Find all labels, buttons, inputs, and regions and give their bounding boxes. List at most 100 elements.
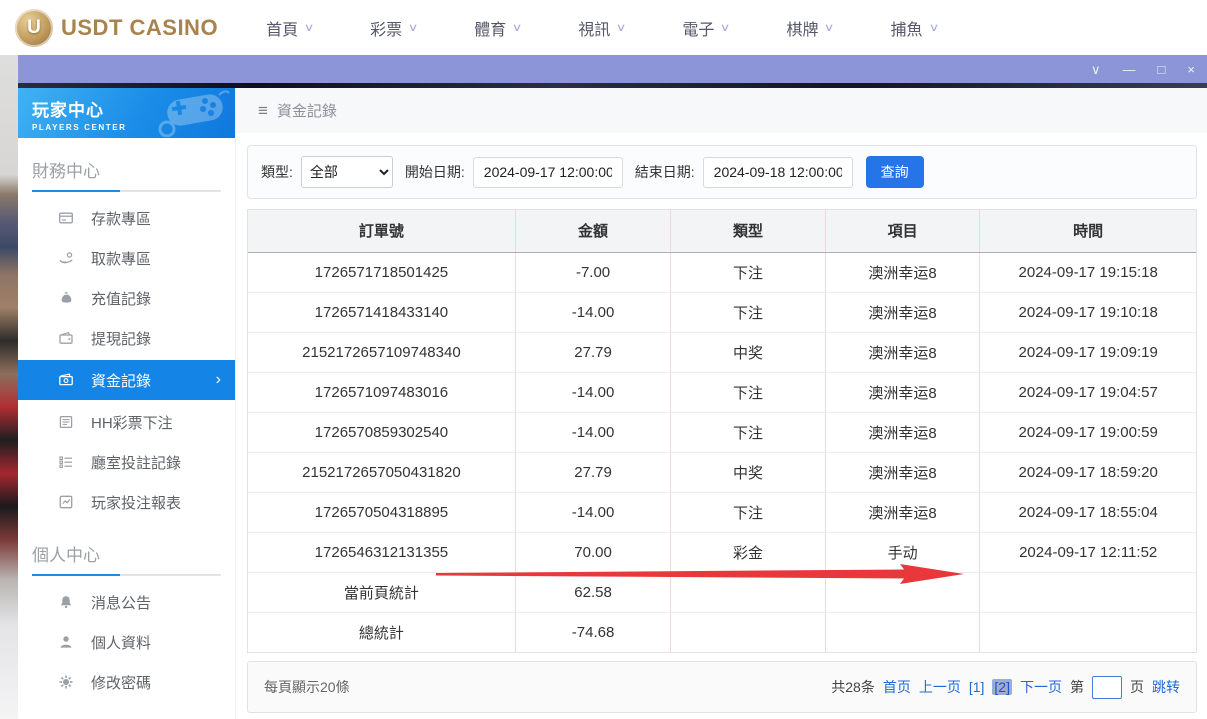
window-titlebar: ∨ — □ × bbox=[18, 55, 1207, 83]
sidebar-item-player-bet-report[interactable]: 玩家投注報表 bbox=[32, 482, 221, 522]
top-nav: 首頁∨彩票∨體育∨視訊∨電子∨棋牌∨捕魚∨ bbox=[266, 16, 938, 40]
table-cell: 1726571718501425 bbox=[248, 252, 515, 292]
sidebar-item-deposit-zone[interactable]: 存款專區 bbox=[32, 198, 221, 238]
table-cell: 下注 bbox=[671, 292, 826, 332]
table-row: 1726570504318895-14.00下注澳洲幸运82024-09-17 … bbox=[248, 492, 1196, 532]
close-icon[interactable]: × bbox=[1187, 63, 1195, 76]
table-header-row: 訂單號金額類型項目時間 bbox=[248, 210, 1196, 252]
table-cell: 2024-09-17 12:11:52 bbox=[980, 532, 1196, 572]
nav-item-sports[interactable]: 體育 ∨ bbox=[474, 16, 521, 40]
table-row: 1726571718501425-7.00下注澳洲幸运82024-09-17 1… bbox=[248, 252, 1196, 292]
prev-page-link[interactable]: 上一页 bbox=[919, 677, 961, 697]
nav-item-label: 彩票 bbox=[370, 16, 402, 40]
nav-item-electronic[interactable]: 電子 ∨ bbox=[682, 16, 729, 40]
table-cell: 1726571418433140 bbox=[248, 292, 515, 332]
start-date-input[interactable] bbox=[473, 157, 623, 188]
sidebar-item-withdraw-zone[interactable]: 取款專區 bbox=[32, 238, 221, 278]
start-date-label: 開始日期: bbox=[405, 162, 465, 182]
sidebar-header: 玩家中心 PLAYERS CENTER bbox=[18, 88, 235, 138]
sidebar: 玩家中心 PLAYERS CENTER 財務中心存款專區取款專區充值記錄提現記錄… bbox=[18, 88, 236, 719]
nav-item-label: 首頁 bbox=[266, 16, 298, 40]
table-row: 172654631213135570.00彩金手动2024-09-17 12:1… bbox=[248, 532, 1196, 572]
jump-button[interactable]: 跳转 bbox=[1152, 677, 1180, 697]
column-header: 訂單號 bbox=[248, 210, 515, 252]
nav-item-label: 棋牌 bbox=[786, 16, 818, 40]
table-cell: 2152172657050431820 bbox=[248, 452, 515, 492]
table-cell bbox=[825, 612, 980, 652]
table-cell bbox=[671, 612, 826, 652]
first-page-link[interactable]: 首页 bbox=[883, 677, 911, 697]
table-cell: 70.00 bbox=[515, 532, 670, 572]
page-number-input[interactable] bbox=[1092, 676, 1122, 699]
table-cell: 下注 bbox=[671, 492, 826, 532]
banknote-icon bbox=[58, 372, 74, 388]
site-logo[interactable]: U USDT CASINO bbox=[15, 9, 218, 47]
report-icon bbox=[58, 494, 74, 510]
list-icon bbox=[58, 454, 74, 470]
search-button[interactable]: 查詢 bbox=[866, 156, 924, 188]
next-page-link[interactable]: 下一页 bbox=[1020, 677, 1062, 697]
background-photo bbox=[0, 55, 18, 719]
withdraw-hand-icon bbox=[58, 250, 74, 266]
maximize-icon[interactable]: □ bbox=[1158, 63, 1166, 76]
menu-icon[interactable]: ≡ bbox=[258, 101, 268, 121]
table-row: 215217265705043182027.79中奖澳洲幸运82024-09-1… bbox=[248, 452, 1196, 492]
sidebar-item-funds-records[interactable]: 資金記錄› bbox=[18, 360, 235, 400]
chevron-down-icon: ∨ bbox=[720, 21, 731, 34]
breadcrumb: ≡ 資金記錄 bbox=[236, 88, 1207, 133]
table-cell: 彩金 bbox=[671, 532, 826, 572]
table-cell: 62.58 bbox=[515, 572, 670, 612]
chevron-down-icon: ∨ bbox=[512, 21, 523, 34]
sidebar-item-label: 提現記錄 bbox=[91, 328, 151, 349]
sidebar-item-room-bet-records[interactable]: 廳室投註記錄 bbox=[32, 442, 221, 482]
page-link-2[interactable]: [2] bbox=[992, 679, 1012, 695]
logo-monogram: U bbox=[27, 17, 41, 39]
nav-item-video[interactable]: 視訊∨ bbox=[578, 16, 625, 40]
nav-item-lottery[interactable]: 彩票 ∨ bbox=[370, 16, 417, 40]
records-table: 訂單號金額類型項目時間 1726571718501425-7.00下注澳洲幸运8… bbox=[248, 210, 1196, 652]
table-cell bbox=[825, 572, 980, 612]
table-cell: 澳洲幸运8 bbox=[825, 372, 980, 412]
window-body: 玩家中心 PLAYERS CENTER 財務中心存款專區取款專區充值記錄提現記錄… bbox=[18, 83, 1207, 719]
nav-item-label: 體育 bbox=[474, 16, 506, 40]
table-cell: 總統計 bbox=[248, 612, 515, 652]
jump-prefix: 第 bbox=[1070, 677, 1084, 697]
chevron-down-icon: ∨ bbox=[928, 21, 939, 34]
table-cell: -14.00 bbox=[515, 412, 670, 452]
column-header: 金額 bbox=[515, 210, 670, 252]
sidebar-item-hh-lottery-bets[interactable]: HH彩票下注 bbox=[32, 402, 221, 442]
chevron-down-icon: ∨ bbox=[408, 21, 419, 34]
document-icon bbox=[58, 414, 74, 430]
chevron-down-icon[interactable]: ∨ bbox=[1091, 63, 1101, 76]
sidebar-sections: 財務中心存款專區取款專區充值記錄提現記錄資金記錄›HH彩票下注廳室投註記錄玩家投… bbox=[18, 151, 235, 719]
nav-item-home[interactable]: 首頁∨ bbox=[266, 16, 313, 40]
table-cell: -14.00 bbox=[515, 492, 670, 532]
sidebar-item-messages[interactable]: 消息公告 bbox=[32, 582, 221, 622]
table-cell: 澳洲幸运8 bbox=[825, 412, 980, 452]
nav-item-fishing[interactable]: 捕魚∨ bbox=[891, 16, 938, 40]
table-cell: -14.00 bbox=[515, 372, 670, 412]
sidebar-item-change-password[interactable]: 修改密碼 bbox=[32, 662, 221, 702]
section-underline bbox=[32, 574, 221, 576]
table-cell bbox=[980, 612, 1196, 652]
moneybag-icon bbox=[58, 290, 74, 306]
summary-row: 總統計-74.68 bbox=[248, 612, 1196, 652]
chevron-down-icon: ∨ bbox=[616, 21, 627, 34]
table-cell: 下注 bbox=[671, 412, 826, 452]
section-title: 財務中心 bbox=[32, 151, 221, 190]
type-select[interactable]: 全部 bbox=[301, 156, 393, 188]
sidebar-item-label: 個人資料 bbox=[91, 632, 151, 653]
chevron-down-icon: ∨ bbox=[824, 21, 835, 34]
sidebar-item-recharge-records[interactable]: 充值記錄 bbox=[32, 278, 221, 318]
end-date-input[interactable] bbox=[703, 157, 853, 188]
sidebar-item-profile[interactable]: 個人資料 bbox=[32, 622, 221, 662]
table-cell: 27.79 bbox=[515, 332, 670, 372]
sidebar-item-withdrawal-records[interactable]: 提現記錄 bbox=[32, 318, 221, 358]
site-header: U USDT CASINO 首頁∨彩票∨體育∨視訊∨電子∨棋牌∨捕魚∨ bbox=[0, 0, 1207, 55]
gear-icon bbox=[58, 674, 74, 690]
nav-item-chess[interactable]: 棋牌 ∨ bbox=[786, 16, 833, 40]
minimize-icon[interactable]: — bbox=[1123, 63, 1136, 76]
table-cell: 2024-09-17 19:15:18 bbox=[980, 252, 1196, 292]
page-link-1[interactable]: [1] bbox=[969, 679, 985, 695]
nav-item-label: 電子 bbox=[682, 16, 714, 40]
